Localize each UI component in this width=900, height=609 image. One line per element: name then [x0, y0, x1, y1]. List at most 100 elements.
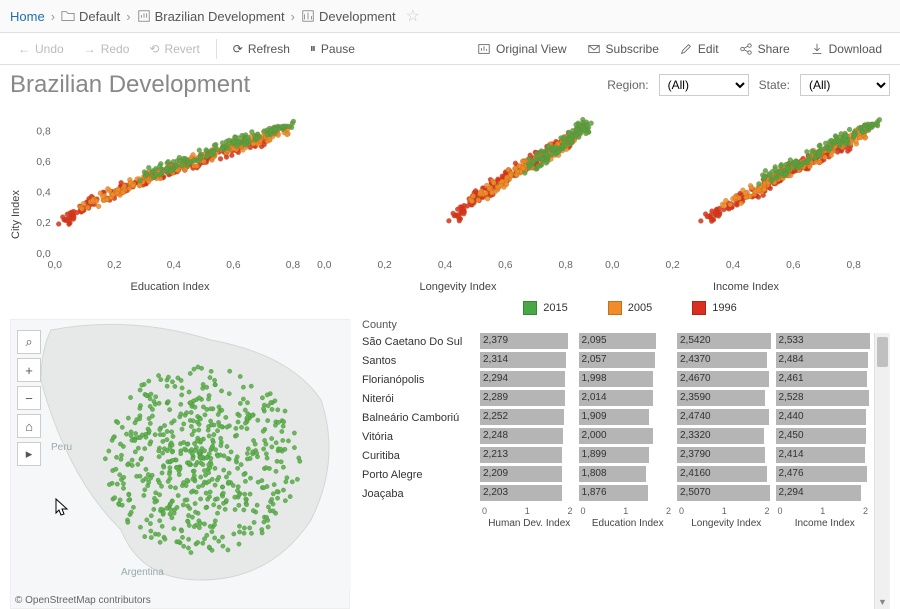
map-panel[interactable]: ⌕ + − ⌂ ▸ PeruArgentina © OpenStreetMap … — [10, 319, 350, 609]
bar-cell[interactable]: 2,3790 — [677, 447, 776, 466]
bar-cell[interactable]: 1,909 — [579, 409, 678, 428]
home-icon: ⌂ — [25, 419, 33, 434]
map-zoom-in-button[interactable]: + — [17, 358, 41, 382]
download-icon — [810, 42, 824, 56]
county-cell[interactable]: Joaçaba — [360, 485, 480, 504]
county-cell[interactable]: São Caetano Do Sul — [360, 333, 480, 352]
scatter-education[interactable]: 0,00,20,40,60,80,00,20,40,60,8 Education… — [26, 105, 314, 295]
bar-cell[interactable]: 2,461 — [776, 371, 875, 390]
bar-cell[interactable]: 2,000 — [579, 428, 678, 447]
brazil-map[interactable]: PeruArgentina — [11, 320, 351, 590]
minus-icon: − — [25, 391, 33, 406]
undo-label: Undo — [35, 42, 64, 56]
bar-cell[interactable]: 1,808 — [579, 466, 678, 485]
download-button[interactable]: Download — [802, 38, 890, 60]
bar-cell[interactable]: 2,294 — [776, 485, 875, 504]
scroll-down-icon[interactable]: ▼ — [875, 595, 890, 609]
bar-cell[interactable]: 2,484 — [776, 352, 875, 371]
map-home-button[interactable]: ⌂ — [17, 414, 41, 438]
svg-text:0,8: 0,8 — [36, 126, 51, 137]
bar-cell[interactable]: 2,414 — [776, 447, 875, 466]
legend-1996[interactable]: 1996 — [692, 301, 736, 315]
edit-button[interactable]: Edit — [671, 38, 727, 60]
bar-cell[interactable]: 2,4670 — [677, 371, 776, 390]
swatch-icon — [692, 301, 706, 315]
county-cell[interactable]: Florianópolis — [360, 371, 480, 390]
share-button[interactable]: Share — [731, 38, 798, 60]
state-filter-dropdown[interactable]: (All) — [800, 74, 890, 96]
view-icon — [301, 9, 315, 23]
bar-cell[interactable]: 2,476 — [776, 466, 875, 485]
map-controls: ⌕ + − ⌂ ▸ — [17, 330, 41, 466]
bar-cell[interactable]: 2,252 — [480, 409, 579, 428]
bar-cell[interactable]: 2,014 — [579, 390, 678, 409]
bar-cell[interactable]: 2,3590 — [677, 390, 776, 409]
legend-label: 1996 — [712, 302, 736, 314]
bar-cell[interactable]: 2,095 — [579, 333, 678, 352]
svg-text:0,8: 0,8 — [559, 260, 574, 271]
x-axis-label-education: Education Index — [26, 279, 314, 295]
undo-button[interactable]: ← Undo — [10, 38, 72, 60]
legend-2005[interactable]: 2005 — [608, 301, 652, 315]
original-view-button[interactable]: Original View — [469, 38, 574, 60]
scroll-thumb[interactable] — [877, 337, 888, 367]
map-zoom-out-button[interactable]: − — [17, 386, 41, 410]
bar-cell[interactable]: 2,289 — [480, 390, 579, 409]
bar-cell[interactable]: 2,379 — [480, 333, 579, 352]
redo-icon: → — [84, 42, 96, 56]
metric-label: Human Dev. Index — [480, 516, 579, 531]
bar-cell[interactable]: 2,4740 — [677, 409, 776, 428]
breadcrumb-project[interactable]: Brazilian Development — [137, 9, 285, 24]
legend-2015[interactable]: 2015 — [523, 301, 567, 315]
county-cell[interactable]: Porto Alegre — [360, 466, 480, 485]
bar-cell[interactable]: 2,294 — [480, 371, 579, 390]
scatter-income[interactable]: 0,00,20,40,60,8 Income Index — [602, 105, 890, 295]
subscribe-button[interactable]: Subscribe — [579, 38, 667, 60]
map-search-button[interactable]: ⌕ — [17, 330, 41, 354]
redo-button[interactable]: → Redo — [76, 38, 138, 60]
table-scrollbar[interactable]: ▲▼ — [874, 333, 890, 609]
metric-label: Education Index — [579, 516, 678, 531]
bar-cell[interactable]: 2,248 — [480, 428, 579, 447]
scatter-longevity[interactable]: 0,00,20,40,60,8 Longevity Index — [314, 105, 602, 295]
svg-text:0,6: 0,6 — [786, 260, 801, 271]
county-cell[interactable]: Balneário Camboriú — [360, 409, 480, 428]
region-filter-dropdown[interactable]: (All) — [659, 74, 749, 96]
original-view-icon — [477, 42, 491, 56]
bar-cell[interactable]: 2,213 — [480, 447, 579, 466]
map-tools-button[interactable]: ▸ — [17, 442, 41, 466]
pause-button[interactable]: ⏸ Pause — [302, 37, 363, 60]
county-table: County São Caetano Do SulSantosFlorianóp… — [360, 319, 890, 609]
metric-column: 2,54202,43702,46702,35902,47402,33202,37… — [677, 333, 776, 609]
breadcrumb-home[interactable]: Home — [10, 9, 45, 24]
county-cell[interactable]: Curitiba — [360, 447, 480, 466]
bar-cell[interactable]: 1,899 — [579, 447, 678, 466]
bar-cell[interactable]: 2,057 — [579, 352, 678, 371]
table-header-county: County — [360, 319, 890, 333]
bar-cell[interactable]: 2,209 — [480, 466, 579, 485]
bar-cell[interactable]: 2,5420 — [677, 333, 776, 352]
filters-row: Brazilian Development Region: (All) Stat… — [0, 65, 900, 105]
revert-button[interactable]: ⟲ Revert — [141, 38, 207, 60]
bar-cell[interactable]: 2,528 — [776, 390, 875, 409]
breadcrumb-view[interactable]: Development — [301, 9, 396, 24]
refresh-button[interactable]: ⟳ Refresh — [225, 38, 298, 60]
bar-cell[interactable]: 1,876 — [579, 485, 678, 504]
favorite-star-icon[interactable]: ☆ — [406, 6, 420, 26]
scatter-row: City Index 0,00,20,40,60,80,00,20,40,60,… — [0, 105, 900, 295]
bar-cell[interactable]: 2,533 — [776, 333, 875, 352]
bar-cell[interactable]: 2,5070 — [677, 485, 776, 504]
county-cell[interactable]: Santos — [360, 352, 480, 371]
bar-cell[interactable]: 2,203 — [480, 485, 579, 504]
bar-cell[interactable]: 2,3320 — [677, 428, 776, 447]
bar-cell[interactable]: 2,4370 — [677, 352, 776, 371]
bar-cell[interactable]: 2,4160 — [677, 466, 776, 485]
bar-cell[interactable]: 2,450 — [776, 428, 875, 447]
county-column: São Caetano Do SulSantosFlorianópolisNit… — [360, 333, 480, 609]
county-cell[interactable]: Vitória — [360, 428, 480, 447]
breadcrumb-folder[interactable]: Default — [61, 9, 120, 24]
bar-cell[interactable]: 1,998 — [579, 371, 678, 390]
county-cell[interactable]: Niterói — [360, 390, 480, 409]
bar-cell[interactable]: 2,440 — [776, 409, 875, 428]
bar-cell[interactable]: 2,314 — [480, 352, 579, 371]
